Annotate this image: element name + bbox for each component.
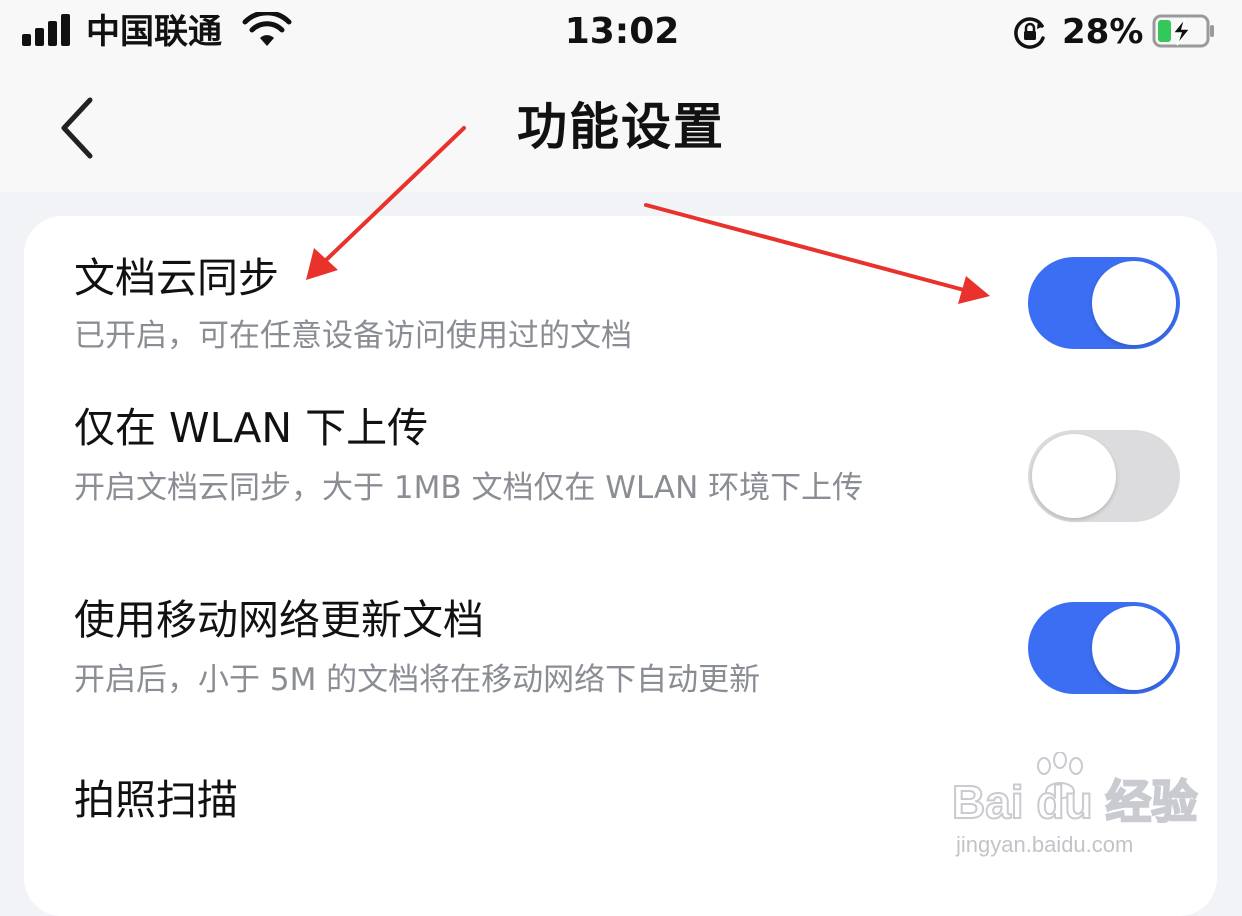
cloud-sync-toggle[interactable]: [1028, 257, 1180, 349]
setting-title: 文档云同步: [74, 254, 279, 302]
status-bar: 中国联通 13:02 28%: [0, 0, 1242, 70]
battery-charging-icon: [1152, 14, 1214, 48]
toggle-knob: [1092, 261, 1176, 345]
setting-title: 拍照扫描: [74, 776, 238, 824]
watermark-logo: Bai du 经验: [951, 775, 1198, 829]
mobile-update-toggle[interactable]: [1028, 602, 1180, 694]
battery-percent: 28%: [1062, 12, 1144, 52]
setting-row-mobile-update: 使用移动网络更新文档 开启后，小于 5M 的文档将在移动网络下自动更新: [24, 584, 1217, 724]
setting-title: 使用移动网络更新文档: [74, 596, 484, 644]
setting-row-wlan-upload: 仅在 WLAN 下上传 开启文档云同步，大于 1MB 文档仅在 WLAN 环境下…: [24, 388, 1217, 568]
page-title: 功能设置: [517, 98, 725, 156]
setting-row-cloud-sync: 文档云同步 已开启，可在任意设备访问使用过的文档: [24, 216, 1217, 376]
setting-description: 开启后，小于 5M 的文档将在移动网络下自动更新: [74, 662, 761, 698]
wifi-icon: [242, 12, 292, 46]
back-button[interactable]: [50, 94, 110, 164]
clock: 13:02: [564, 11, 680, 52]
navigation-bar: 功能设置: [0, 70, 1242, 192]
carrier-name: 中国联通: [86, 12, 222, 52]
wlan-upload-toggle[interactable]: [1028, 430, 1180, 522]
watermark-url: jingyan.baidu.com: [956, 832, 1134, 857]
toggle-knob: [1032, 434, 1116, 518]
chevron-left-icon: [61, 97, 93, 159]
rotation-lock-icon: [1014, 17, 1045, 49]
setting-description: 已开启，可在任意设备访问使用过的文档: [74, 318, 632, 354]
setting-title: 仅在 WLAN 下上传: [74, 404, 429, 452]
toggle-knob: [1092, 606, 1176, 690]
setting-description: 开启文档云同步，大于 1MB 文档仅在 WLAN 环境下上传: [74, 470, 864, 506]
signal-icon: [22, 14, 74, 46]
baidu-watermark: Bai du 经验 jingyan.baidu.com: [951, 752, 1198, 862]
